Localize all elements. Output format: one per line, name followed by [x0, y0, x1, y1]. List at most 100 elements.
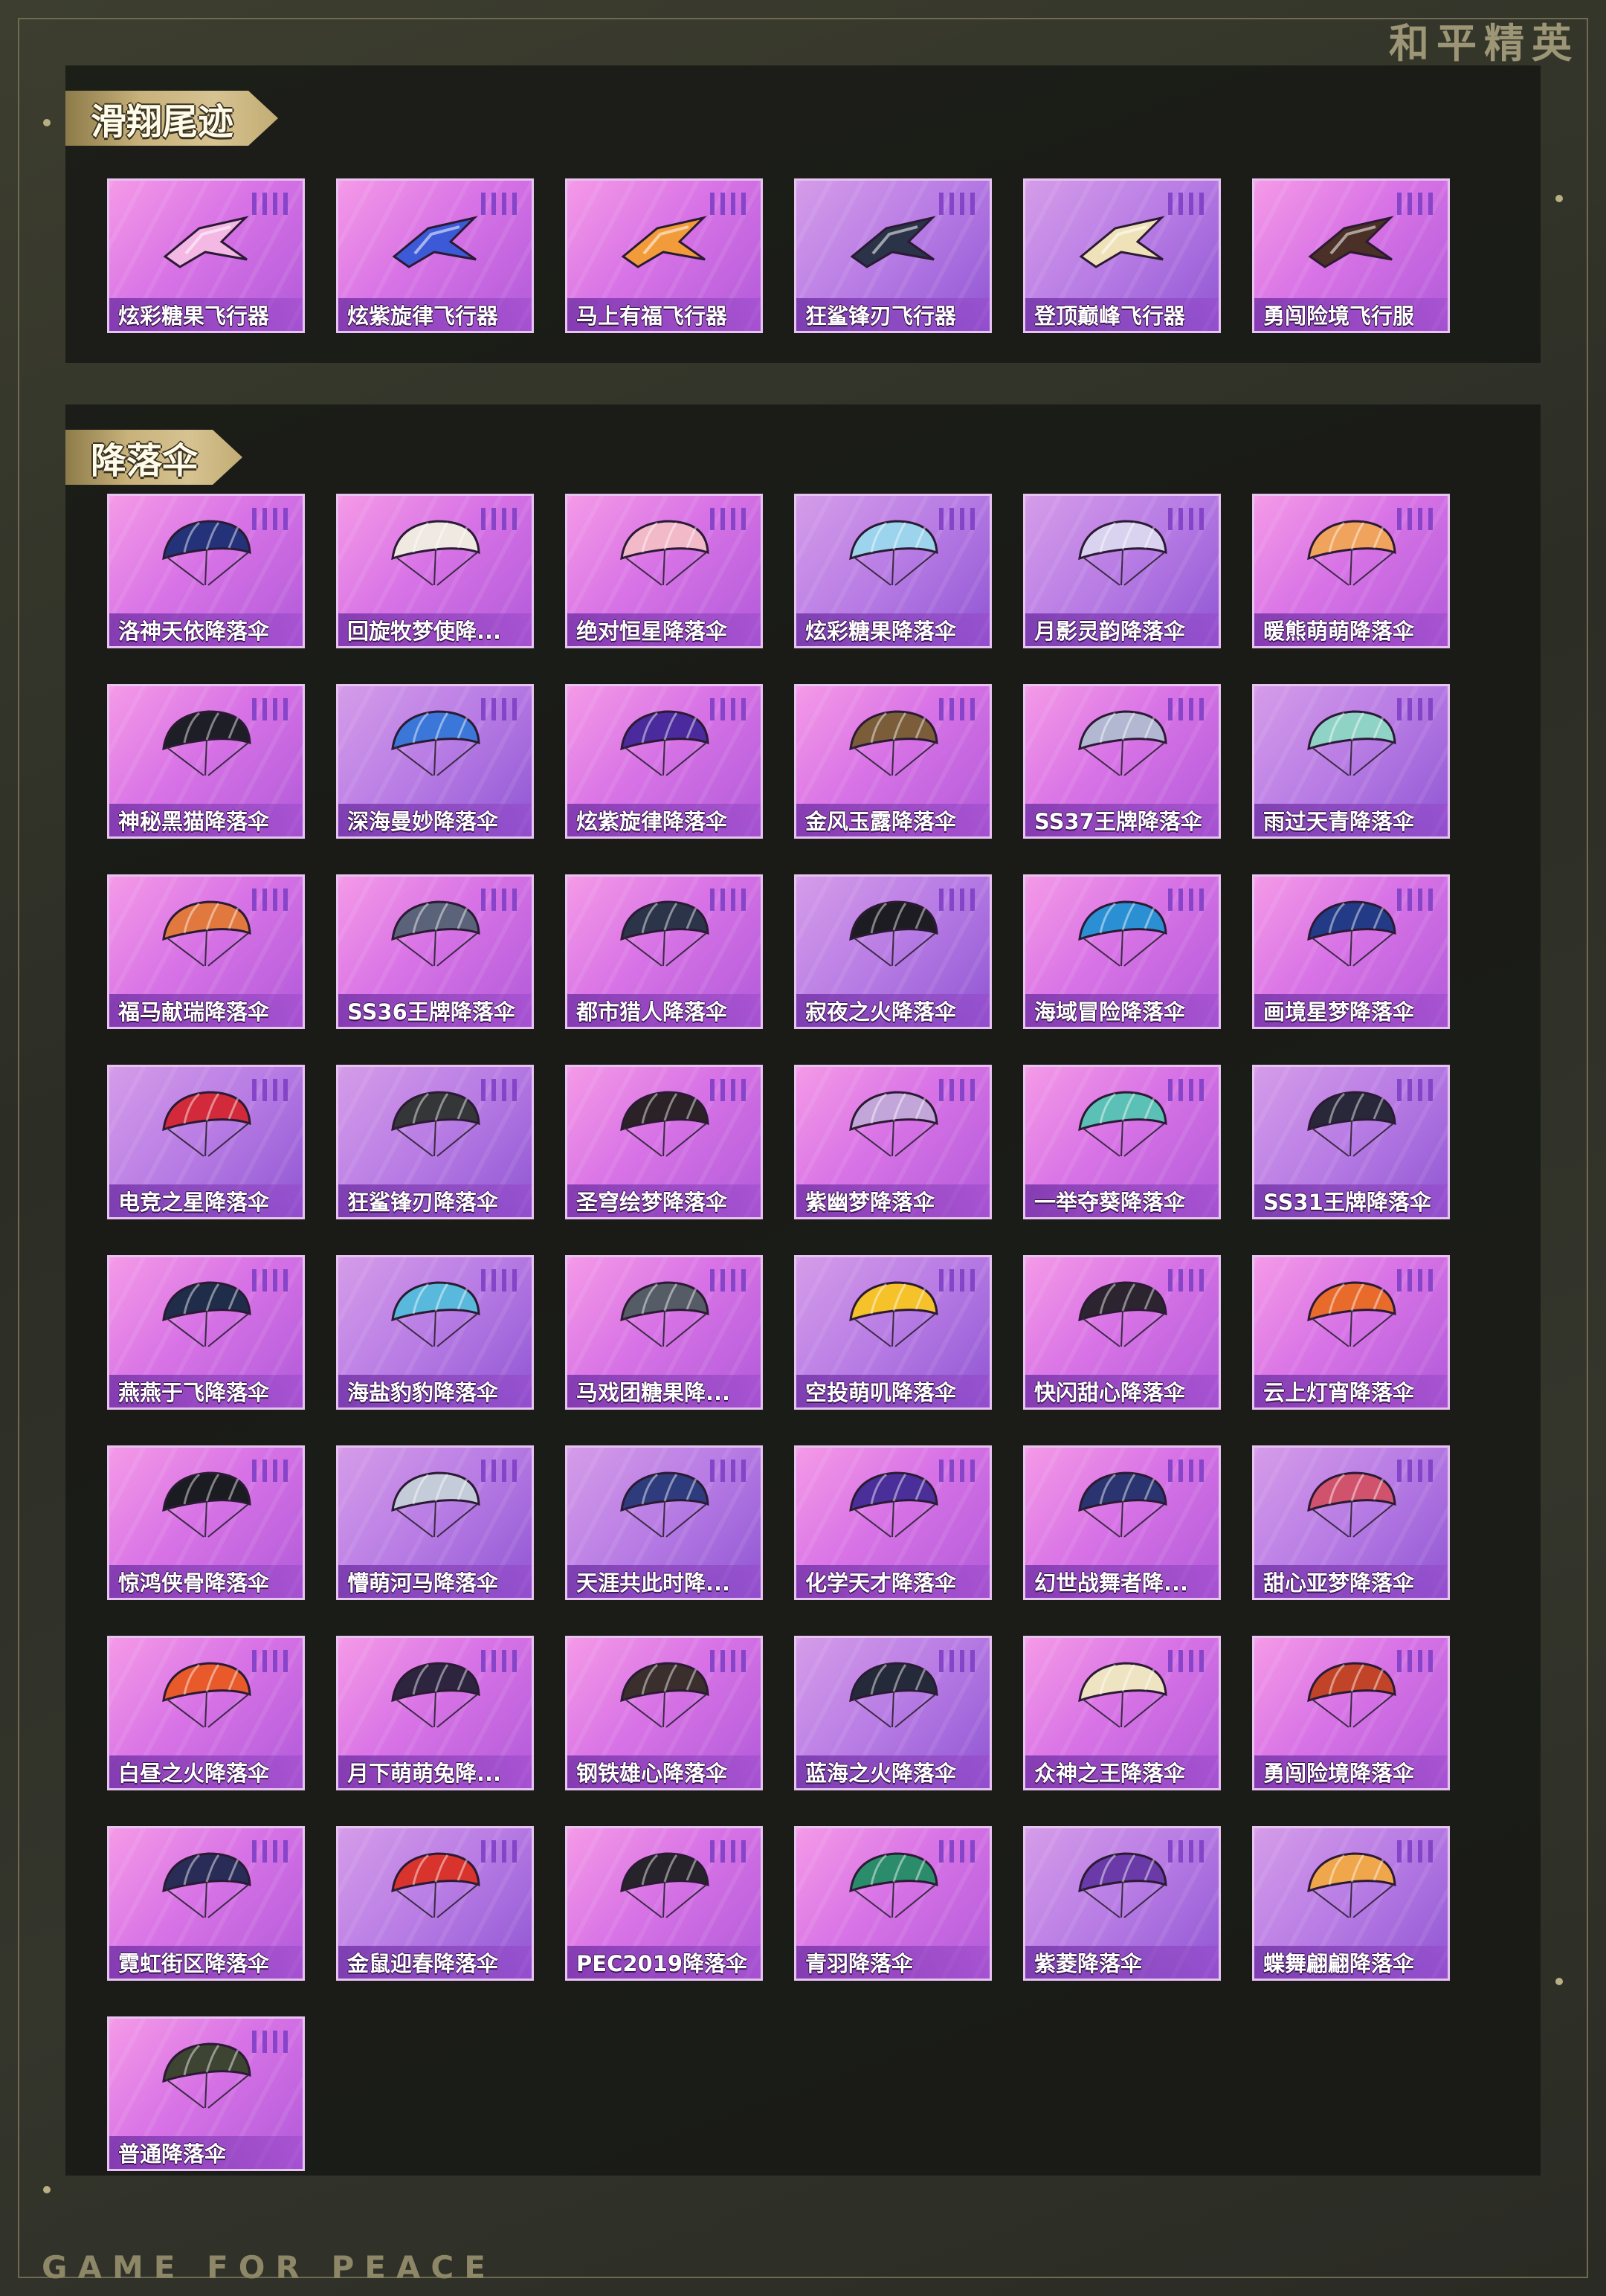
item-label-bar: 暖熊萌萌降落伞	[1254, 613, 1448, 646]
item-card[interactable]: 神秘黑猫降落伞	[107, 684, 305, 839]
item-label-bar: 炫彩糖果飞行器	[109, 298, 303, 331]
item-card[interactable]: 炫紫旋律降落伞	[565, 684, 763, 839]
item-label: 金风玉露降落伞	[805, 809, 957, 834]
item-card[interactable]: 海域冒险降落伞	[1023, 874, 1221, 1029]
item-card[interactable]: 甜心亚梦降落伞	[1252, 1445, 1450, 1600]
item-card[interactable]: 炫彩糖果飞行器	[107, 178, 305, 333]
item-label-bar: 炫紫旋律降落伞	[567, 804, 761, 836]
item-label: 海域冒险降落伞	[1034, 999, 1186, 1025]
item-card[interactable]: 绝对恒星降落伞	[565, 494, 763, 648]
rarity-stripe	[1189, 1460, 1193, 1482]
item-card[interactable]: 马戏团糖果降...	[565, 1255, 763, 1410]
parachute-icon	[391, 1281, 480, 1347]
item-card[interactable]: 霓虹街区降落伞	[107, 1826, 305, 1981]
item-label-bar: 洛神天依降落伞	[109, 613, 303, 646]
parachute-icon	[1078, 1091, 1167, 1157]
rarity-stripe	[1199, 698, 1204, 720]
item-card[interactable]: 化学天才降落伞	[794, 1445, 992, 1600]
item-card[interactable]: 月下萌萌兔降...	[336, 1636, 534, 1790]
rarity-stripe	[512, 1460, 517, 1482]
item-card[interactable]: 炫彩糖果降落伞	[794, 494, 992, 648]
item-card[interactable]: 钢铁雄心降落伞	[565, 1636, 763, 1790]
item-card[interactable]: 电竞之星降落伞	[107, 1065, 305, 1219]
item-card[interactable]: 海盐豹豹降落伞	[336, 1255, 534, 1410]
item-card[interactable]: 圣穹绘梦降落伞	[565, 1065, 763, 1219]
item-card[interactable]: 青羽降落伞	[794, 1826, 992, 1981]
parachute-icon	[1078, 1471, 1167, 1538]
item-card[interactable]: 懵萌河马降落伞	[336, 1445, 534, 1600]
item-card[interactable]: SS31王牌降落伞	[1252, 1065, 1450, 1219]
item-label: 化学天才降落伞	[805, 1570, 957, 1596]
item-card[interactable]: 金风玉露降落伞	[794, 684, 992, 839]
parachute-icon	[849, 1662, 938, 1728]
item-card[interactable]: 空投萌叽降落伞	[794, 1255, 992, 1410]
item-label-bar: 蝶舞翩翩降落伞	[1254, 1946, 1448, 1979]
item-card[interactable]: 勇闯险境降落伞	[1252, 1636, 1450, 1790]
item-card[interactable]: 马上有福飞行器	[565, 178, 763, 333]
item-card[interactable]: 炫紫旋律飞行器	[336, 178, 534, 333]
frame-dot	[1555, 195, 1563, 202]
item-card[interactable]: 燕燕于飞降落伞	[107, 1255, 305, 1410]
item-card[interactable]: 回旋牧梦使降...	[336, 494, 534, 648]
item-label-bar: 金鼠迎春降落伞	[338, 1946, 532, 1979]
item-card[interactable]: 洛神天依降落伞	[107, 494, 305, 648]
item-card[interactable]: 紫幽梦降落伞	[794, 1065, 992, 1219]
item-card[interactable]: 狂鲨锋刃飞行器	[794, 178, 992, 333]
item-card[interactable]: PEC2019降落伞	[565, 1826, 763, 1981]
item-label-bar: 紫幽梦降落伞	[796, 1184, 990, 1217]
rarity-stripe	[1407, 508, 1412, 530]
rarity-stripe	[960, 1460, 964, 1482]
rarity-stripe	[741, 1840, 746, 1863]
item-label-bar: 快闪甜心降落伞	[1025, 1375, 1219, 1407]
item-card[interactable]: 蝶舞翩翩降落伞	[1252, 1826, 1450, 1981]
item-card[interactable]: SS37王牌降落伞	[1023, 684, 1221, 839]
parachute-icon	[620, 1662, 709, 1728]
item-card[interactable]: 普通降落伞	[107, 2016, 305, 2171]
item-card[interactable]: 一举夺葵降落伞	[1023, 1065, 1221, 1219]
rarity-stripe	[731, 698, 735, 720]
rarity-stripe	[273, 889, 277, 911]
item-card[interactable]: 雨过天青降落伞	[1252, 684, 1450, 839]
item-card[interactable]: 众神之王降落伞	[1023, 1636, 1221, 1790]
item-card[interactable]: 狂鲨锋刃降落伞	[336, 1065, 534, 1219]
item-card[interactable]: 寂夜之火降落伞	[794, 874, 992, 1029]
item-card[interactable]: 金鼠迎春降落伞	[336, 1826, 534, 1981]
item-card[interactable]: 快闪甜心降落伞	[1023, 1255, 1221, 1410]
rarity-stripe	[262, 508, 267, 530]
rarity-stripe	[262, 889, 267, 911]
footer-tagline: GAME FOR PEACE	[42, 2249, 496, 2286]
rarity-stripe	[1178, 698, 1183, 720]
rarity-stripe	[970, 508, 975, 530]
parachute-icon	[1307, 1091, 1396, 1157]
section-header: 滑翔尾迹	[65, 91, 278, 146]
item-card[interactable]: 惊鸿侠骨降落伞	[107, 1445, 305, 1600]
item-card[interactable]: 勇闯险境飞行服	[1252, 178, 1450, 333]
item-card[interactable]: 白昼之火降落伞	[107, 1636, 305, 1790]
rarity-stripe	[273, 1269, 277, 1292]
item-card[interactable]: 福马献瑞降落伞	[107, 874, 305, 1029]
item-card[interactable]: 登顶巅峰飞行器	[1023, 178, 1221, 333]
item-card[interactable]: 月影灵韵降落伞	[1023, 494, 1221, 648]
item-card[interactable]: 都市猎人降落伞	[565, 874, 763, 1029]
item-card[interactable]: 云上灯宵降落伞	[1252, 1255, 1450, 1410]
parachute-icon	[1078, 1281, 1167, 1347]
parachute-icon	[849, 520, 938, 586]
rarity-stripe	[273, 1650, 277, 1672]
item-card[interactable]: 暖熊萌萌降落伞	[1252, 494, 1450, 648]
rarity-stripe	[491, 889, 496, 911]
item-label-bar: 霓虹街区降落伞	[109, 1946, 303, 1979]
item-card[interactable]: 天涯共此时降...	[565, 1445, 763, 1600]
item-card[interactable]: 蓝海之火降落伞	[794, 1636, 992, 1790]
rarity-stripe	[960, 1079, 964, 1101]
rarity-stripe	[1189, 889, 1193, 911]
item-card[interactable]: SS36王牌降落伞	[336, 874, 534, 1029]
rarity-stripe	[491, 698, 496, 720]
item-card[interactable]: 紫菱降落伞	[1023, 1826, 1221, 1981]
game-logo: 和平精英	[1389, 20, 1579, 67]
parachute-icon	[162, 1662, 251, 1728]
item-card[interactable]: 幻世战舞者降...	[1023, 1445, 1221, 1600]
item-card[interactable]: 深海曼妙降落伞	[336, 684, 534, 839]
parachute-icon	[162, 2042, 251, 2109]
item-card[interactable]: 画境星梦降落伞	[1252, 874, 1450, 1029]
rarity-stripe	[1428, 508, 1433, 530]
